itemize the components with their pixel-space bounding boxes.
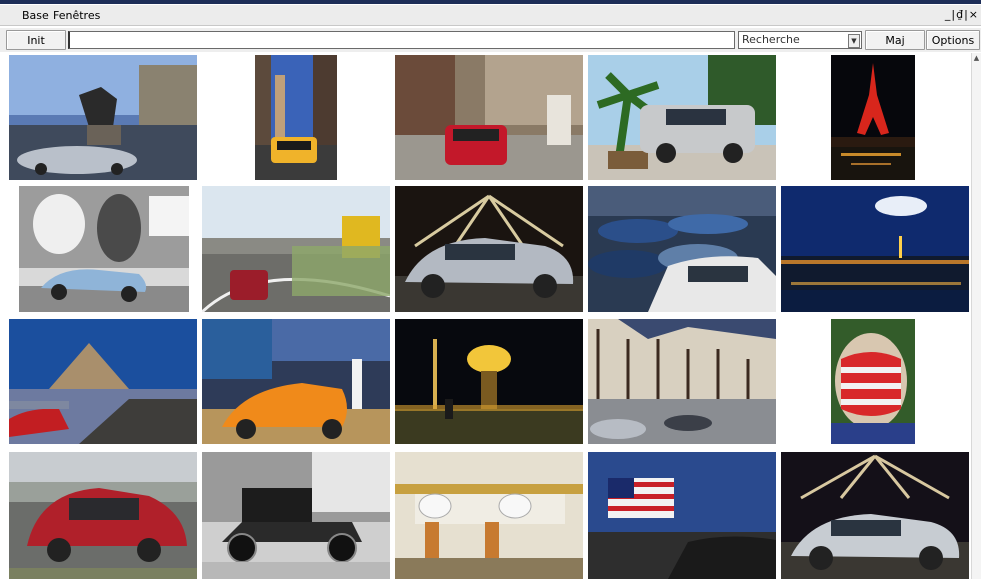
window-controls[interactable]: _|₫|× [945,8,979,21]
photo [395,55,583,180]
photo [19,186,189,312]
menu-base[interactable]: Base [22,9,49,22]
thumbnail-red-hatchback[interactable] [9,452,197,579]
thumbnail-parking-lot-cars[interactable] [588,186,776,312]
thumbnail-silver-car-ferris-wheel[interactable] [395,186,583,312]
thumbnail-taxi-city-street[interactable] [202,55,390,180]
photo [588,55,776,180]
thumbnail-silver-suv-palm-tree[interactable] [588,55,776,180]
photo [395,319,583,444]
thumbnail-eiffel-tower-night[interactable] [781,55,969,180]
photo [9,452,197,579]
scroll-up-icon[interactable]: ▲ [972,54,981,63]
photo [202,452,390,579]
thumbnail-golden-flame-monument[interactable] [395,319,583,444]
photo [781,452,969,579]
photo [588,186,776,312]
photo [255,55,337,180]
photo [202,186,390,312]
vertical-scrollbar[interactable]: ▲ [971,53,981,579]
photo [831,55,915,180]
photo [781,186,969,312]
search-mode-value: Recherche [742,33,800,46]
thumbnail-paris-skyline-night[interactable] [781,186,969,312]
image-grid [9,55,969,579]
init-button[interactable]: Init [6,30,66,50]
photo [395,186,583,312]
window-top-border [0,0,981,4]
thumbnail-vintage-black-car[interactable] [202,452,390,579]
chevron-down-icon[interactable]: ▼ [848,34,860,48]
thumbnail-car-under-ferris-wheel[interactable] [781,452,969,579]
photo [9,55,197,180]
photo [202,319,390,444]
thumbnail-flag-painted-face[interactable] [781,319,969,444]
menu-bar: Base Fenêtres _|₫|× [0,5,981,26]
photo [395,452,583,579]
thumbnail-orange-sports-car[interactable] [202,319,390,444]
photo [831,319,915,444]
thumbnail-blue-convertible-mural[interactable] [9,186,197,312]
photo [9,319,197,444]
menu-fenetres[interactable]: Fenêtres [53,9,100,22]
search-input[interactable] [68,31,735,49]
thumbnail-half-timbered-houses[interactable] [588,319,776,444]
thumbnail-american-flag-car[interactable] [588,452,776,579]
refresh-button[interactable]: Maj [865,30,925,50]
thumbnail-red-car-town-square[interactable] [395,55,583,180]
photo [588,319,776,444]
thumbnail-mont-saint-michel-cars[interactable] [9,319,197,444]
thumbnail-horse-statue-grey-sedan[interactable] [9,55,197,180]
search-mode-select[interactable]: Recherche ▼ [738,31,862,49]
options-button[interactable]: Options [926,30,980,50]
thumbnail-red-car-highway-interchange[interactable] [202,186,390,312]
thumbnail-gas-station[interactable] [395,452,583,579]
toolbar: Init Recherche ▼ Maj Options [0,28,981,52]
photo [588,452,776,579]
